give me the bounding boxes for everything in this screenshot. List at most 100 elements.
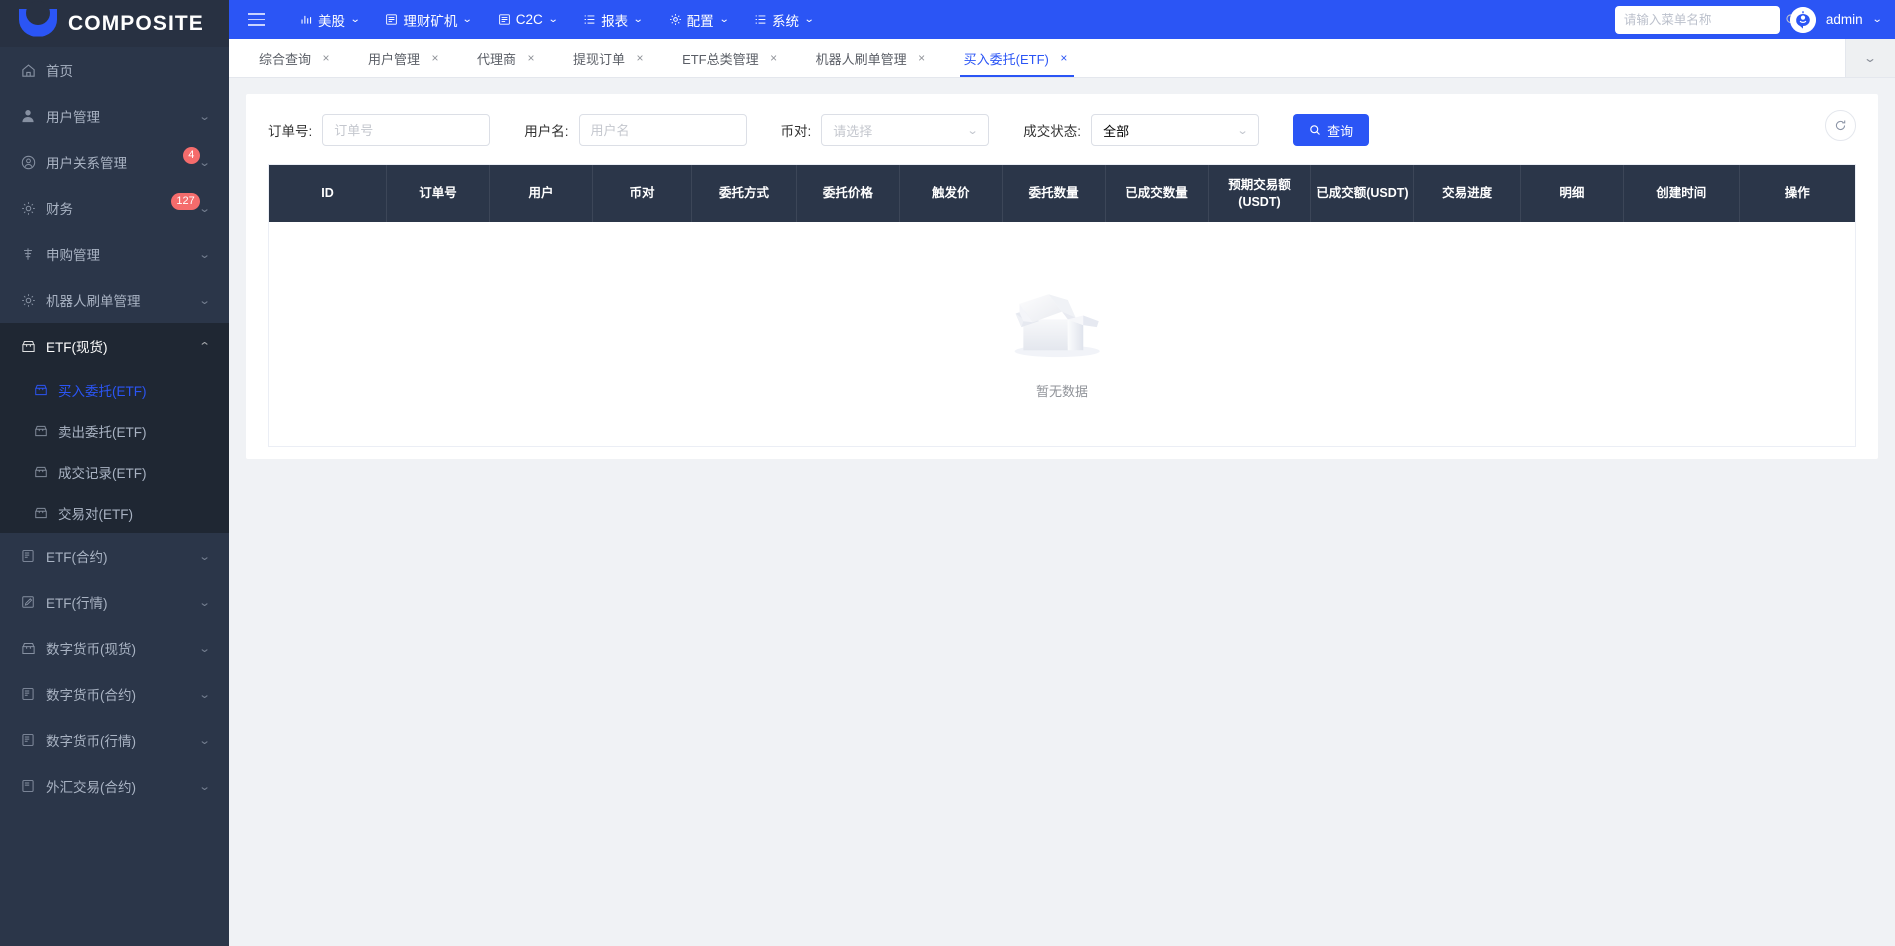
sidebar-item-label: 外汇交易(合约) — [46, 780, 136, 795]
tab-label: 综合查询 — [259, 51, 312, 67]
col-trigger-price[interactable]: 触发价 — [899, 165, 1003, 222]
table-body: 暂无数据 — [269, 222, 1855, 447]
tab-buy-order-etf[interactable]: 买入委托(ETF) × — [946, 39, 1088, 77]
sidebar-item-crypto-market[interactable]: 数字货币(行情) ⌄ — [0, 717, 229, 763]
chevron-down-icon: ⌄ — [198, 294, 211, 307]
sidebar-item-crypto-spot[interactable]: 数字货币(现货) ⌄ — [0, 625, 229, 671]
order-no-input[interactable] — [322, 114, 491, 146]
robot-avatar-icon — [1789, 6, 1816, 33]
empty-box-icon — [1004, 267, 1120, 364]
chevron-down-icon: ⌄ — [198, 110, 211, 123]
close-icon[interactable]: × — [768, 51, 780, 65]
tab-label: 用户管理 — [368, 51, 421, 67]
chevron-down-icon: ⌄ — [547, 14, 559, 25]
tabs-more-button[interactable]: ⌄ — [1845, 39, 1895, 77]
sidebar-item-user-management[interactable]: 用户管理 ⌄ — [0, 93, 229, 139]
col-filled-amount-usdt[interactable]: 已成交额(USDT) — [1310, 165, 1415, 222]
close-icon[interactable]: × — [634, 51, 646, 65]
tabs-scroll: 综合查询 × 用户管理 × 代理商 × 提现订单 × ETF总类管理 × 机器人… — [229, 39, 1845, 77]
chevron-down-icon: ⌄ — [198, 202, 211, 215]
col-actions[interactable]: 操作 — [1739, 165, 1855, 222]
brand-header: COMPOSITE — [0, 0, 229, 47]
tab-user-management[interactable]: 用户管理 × — [350, 39, 459, 77]
sql-icon — [18, 733, 38, 747]
list-icon — [385, 13, 398, 26]
bank-icon — [18, 247, 38, 261]
col-pair[interactable]: 币对 — [592, 165, 693, 222]
tab-comprehensive-query[interactable]: 综合查询 × — [241, 39, 350, 77]
avatar[interactable] — [1789, 6, 1816, 33]
sidebar-item-home[interactable]: 首页 — [0, 47, 229, 93]
status-select[interactable]: 全部 ⌄ — [1091, 114, 1260, 146]
nav-item-us-stocks[interactable]: 美股 ⌄ — [287, 0, 372, 39]
username-input[interactable] — [578, 114, 747, 146]
tab-withdraw-orders[interactable]: 提现订单 × — [555, 39, 664, 77]
sidebar-item-trading-pair-etf[interactable]: 交易对(ETF) — [0, 492, 229, 533]
tab-robot-order-management[interactable]: 机器人刷单管理 × — [798, 39, 946, 77]
nav-item-system[interactable]: 系统 ⌄ — [741, 0, 826, 39]
sidebar-item-sell-order-etf[interactable]: 卖出委托(ETF) — [0, 410, 229, 451]
col-trade-progress[interactable]: 交易进度 — [1413, 165, 1521, 222]
gear-icon — [18, 293, 38, 308]
sidebar-item-finance[interactable]: 财务 127 ⌄ — [0, 185, 229, 231]
content-area: 订单号: 用户名: 币对: 请选择 ⌄ 成交状态: — [229, 78, 1895, 946]
query-button[interactable]: 查询 — [1293, 114, 1370, 146]
nav-item-config[interactable]: 配置 ⌄ — [656, 0, 741, 39]
close-icon[interactable]: × — [525, 51, 537, 65]
close-icon[interactable]: × — [916, 51, 928, 65]
menu-search-box[interactable] — [1614, 5, 1797, 34]
user-icon — [18, 109, 38, 123]
table-header: ID 订单号 用户 币对 委托方式 委托价格 触发价 委托数量 已成交数量 预期… — [269, 165, 1855, 222]
pair-select[interactable]: 请选择 ⌄ — [821, 114, 990, 146]
chevron-down-icon[interactable]: ⌄ — [1871, 14, 1882, 25]
sidebar-item-user-relations[interactable]: 用户关系管理 4 ⌄ — [0, 139, 229, 185]
close-icon[interactable]: × — [429, 51, 441, 65]
sidebar-menu: 首页 用户管理 ⌄ 用户关系管理 4 ⌄ 财务 127 ⌄ 申购管理 ⌄ 机器人… — [0, 47, 229, 809]
sidebar-subitem-label: 交易对(ETF) — [58, 506, 133, 522]
col-expected-amount-usdt[interactable]: 预期交易额(USDT) — [1208, 165, 1312, 222]
sidebar-item-etf-contract[interactable]: ETF(合约) ⌄ — [0, 533, 229, 579]
sidebar-item-etf-spot[interactable]: ETF(现货) ⌃ — [0, 323, 229, 369]
sidebar-item-etf-market[interactable]: ETF(行情) ⌄ — [0, 579, 229, 625]
status-badge: 4 — [182, 146, 200, 164]
close-icon[interactable]: × — [1058, 51, 1070, 65]
chevron-down-icon: ⌄ — [349, 14, 361, 25]
pair-select-value: 请选择 — [833, 123, 873, 139]
refresh-icon — [1834, 119, 1847, 132]
close-icon[interactable]: × — [320, 51, 332, 65]
col-order-no[interactable]: 订单号 — [386, 165, 491, 222]
nav-item-label: 系统 — [771, 13, 799, 29]
hamburger-icon[interactable] — [239, 0, 273, 39]
col-filled-qty[interactable]: 已成交数量 — [1105, 165, 1209, 222]
nav-item-label: 报表 — [601, 13, 629, 29]
sidebar-item-label: 财务 — [46, 202, 73, 217]
sidebar-item-forex-contract[interactable]: 外汇交易(合约) ⌄ — [0, 763, 229, 809]
nav-item-wealth-mining[interactable]: 理财矿机 ⌄ — [372, 0, 484, 39]
sql-icon — [18, 779, 38, 793]
nav-item-label: 美股 — [318, 13, 345, 29]
refresh-button[interactable] — [1825, 110, 1856, 141]
nav-item-reports[interactable]: 报表 ⌄ — [570, 0, 655, 39]
col-detail[interactable]: 明细 — [1520, 165, 1624, 222]
panel-footer — [268, 447, 1856, 459]
filter-label: 用户名: — [524, 124, 569, 139]
tab-agent[interactable]: 代理商 × — [459, 39, 555, 77]
col-id[interactable]: ID — [269, 165, 388, 222]
sidebar-item-label: ETF(行情) — [46, 596, 108, 611]
sidebar-item-robot-orders[interactable]: 机器人刷单管理 ⌄ — [0, 277, 229, 323]
sidebar-item-crypto-contract[interactable]: 数字货币(合约) ⌄ — [0, 671, 229, 717]
sidebar-item-trade-records-etf[interactable]: 成交记录(ETF) — [0, 451, 229, 492]
brand-title: COMPOSITE — [68, 11, 204, 35]
search-icon — [1309, 124, 1321, 136]
col-order-type[interactable]: 委托方式 — [691, 165, 797, 222]
col-user[interactable]: 用户 — [489, 165, 593, 222]
col-order-qty[interactable]: 委托数量 — [1002, 165, 1106, 222]
sidebar-item-buy-order-etf[interactable]: 买入委托(ETF) — [0, 369, 229, 410]
col-order-price[interactable]: 委托价格 — [796, 165, 900, 222]
chevron-down-icon: ⌄ — [198, 156, 211, 169]
nav-item-c2c[interactable]: C2C ⌄ — [485, 0, 570, 39]
tab-etf-category-management[interactable]: ETF总类管理 × — [664, 39, 798, 77]
col-create-time[interactable]: 创建时间 — [1623, 165, 1740, 222]
sidebar-item-subscription[interactable]: 申购管理 ⌄ — [0, 231, 229, 277]
search-input[interactable] — [1623, 12, 1785, 27]
